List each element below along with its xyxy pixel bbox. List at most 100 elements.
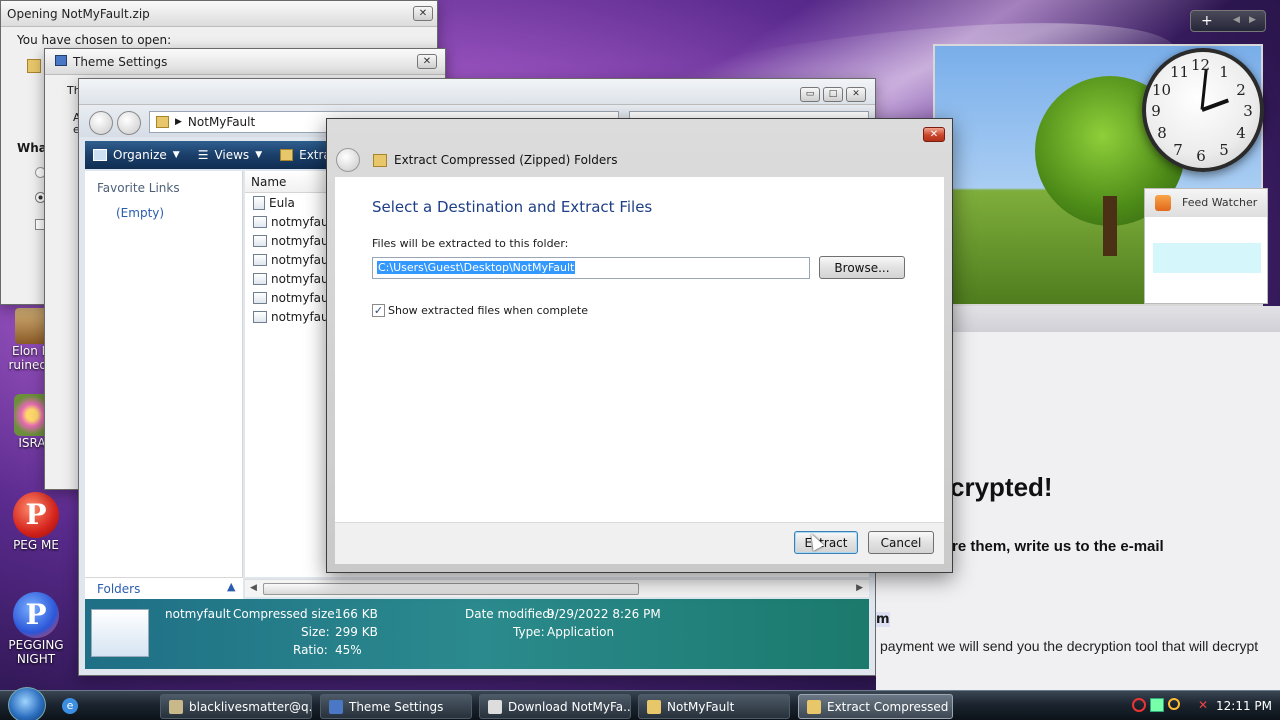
volume-muted-icon[interactable]: ✕	[1198, 698, 1208, 712]
extract-button[interactable]: Extract	[794, 531, 858, 554]
views-button[interactable]: ☰ Views ▼	[198, 148, 262, 162]
taskbar-item[interactable]: Download NotMyFa...	[479, 694, 631, 719]
gadget-toolbar: + ◀ ▶	[1190, 10, 1266, 32]
destination-path-input[interactable]: C:\Users\Guest\Desktop\NotMyFault	[372, 257, 810, 279]
feed-watcher-gadget[interactable]: Feed Watcher	[1144, 188, 1268, 304]
organize-icon	[93, 149, 107, 161]
desktop-icon-peg-me[interactable]: P PEG ME	[4, 492, 68, 552]
ransom-line-1: re them, write us to the e-mail	[952, 538, 1164, 555]
app-icon	[253, 234, 267, 247]
app-icon	[253, 291, 267, 304]
organize-label: Organize	[113, 148, 167, 162]
clock-numeral: 2	[1236, 81, 1246, 99]
taskbar: e blacklivesmatter@q... Theme Settings D…	[0, 687, 1280, 720]
horizontal-scrollbar[interactable]: ◀ ▶	[245, 579, 869, 597]
ransom-headline: crypted!	[950, 472, 1053, 502]
app-icon	[253, 310, 267, 323]
app-icon	[253, 215, 267, 228]
close-icon[interactable]: ✕	[846, 87, 866, 102]
taskbar-item[interactable]: Extract Compressed ...	[798, 694, 953, 719]
ratio-label: Ratio:	[293, 643, 328, 657]
type-value: Application	[547, 625, 615, 639]
monitor-icon	[329, 699, 343, 714]
show-files-checkbox[interactable]: ✓	[372, 304, 385, 317]
clock-numeral: 10	[1152, 81, 1172, 99]
extract-dialog-body: Select a Destination and Extract Files F…	[335, 177, 944, 522]
network-icon[interactable]	[1150, 698, 1164, 712]
date-modified-label: Date modified:	[465, 607, 555, 621]
compressed-size-value: 166 KB	[335, 607, 378, 621]
extract-dialog-title: Extract Compressed (Zipped) Folders	[394, 153, 618, 167]
compressed-size-label: Compressed size:	[233, 607, 339, 621]
ratio-value: 45%	[335, 643, 362, 657]
browse-button[interactable]: Browse...	[819, 256, 905, 279]
back-icon[interactable]	[89, 111, 113, 135]
clock-minute-hand	[1200, 69, 1208, 110]
file-thumbnail-icon	[91, 609, 149, 657]
add-gadget-icon[interactable]: +	[1201, 13, 1213, 29]
scroll-left-icon[interactable]: ◀	[250, 583, 257, 593]
clock-gadget[interactable]: 12 1 2 3 4 5 6 7 8 9 10 11	[1142, 48, 1264, 172]
feed-watcher-title: Feed Watcher	[1182, 196, 1258, 209]
security-alert-icon[interactable]	[1132, 698, 1146, 712]
ransom-line-2: m	[876, 612, 890, 627]
forward-icon[interactable]	[117, 111, 141, 135]
file-name: Eula	[269, 195, 295, 210]
taskbar-item[interactable]: blacklivesmatter@q...	[160, 694, 312, 719]
chevron-right-icon: ▶	[175, 117, 182, 127]
desktop-icon-pegging-night[interactable]: P PEGGING NIGHT	[2, 592, 70, 666]
rss-icon	[1155, 195, 1171, 211]
taskbar-item[interactable]: Theme Settings	[320, 694, 472, 719]
organize-button[interactable]: Organize ▼	[93, 148, 180, 162]
clock-time[interactable]: 12:11 PM	[1216, 699, 1272, 713]
clock-numeral: 3	[1243, 102, 1253, 120]
back-icon[interactable]	[336, 148, 360, 172]
close-icon[interactable]: ✕	[923, 127, 945, 142]
feed-highlight	[1153, 243, 1261, 273]
destination-label: Files will be extracted to this folder:	[372, 237, 569, 250]
start-button[interactable]	[8, 687, 46, 720]
scroll-right-icon[interactable]: ▶	[856, 583, 863, 593]
search-icon[interactable]	[1168, 698, 1180, 710]
cancel-button[interactable]: Cancel	[868, 531, 934, 554]
extract-heading: Select a Destination and Extract Files	[372, 198, 653, 216]
favorite-links-heading: Favorite Links	[97, 181, 180, 195]
system-tray: ✕ 12:11 PM	[1126, 691, 1280, 720]
chevron-down-icon: ▼	[255, 150, 263, 160]
column-header-label: Name	[251, 174, 287, 189]
clock-numeral: 6	[1196, 147, 1206, 165]
clock-numeral: 7	[1173, 141, 1183, 159]
details-pane: notmyfault Compressed size: 166 KB Size:…	[85, 599, 869, 669]
ransom-line-3: payment we will send you the decryption …	[880, 638, 1259, 654]
desktop-icon-label: PEG ME	[13, 538, 59, 552]
close-icon[interactable]: ✕	[413, 6, 433, 21]
tree-trunk	[1103, 196, 1117, 256]
desktop-icon-label: PEGGING NIGHT	[8, 638, 64, 666]
size-value: 299 KB	[335, 625, 378, 639]
next-icon[interactable]: ▶	[1249, 15, 1256, 25]
show-files-label: Show extracted files when complete	[388, 304, 589, 317]
clock-numeral: 4	[1236, 124, 1246, 142]
clock-hour-hand	[1201, 98, 1229, 112]
taskbar-item-label: Theme Settings	[349, 699, 444, 714]
monitor-icon	[55, 55, 67, 66]
detail-file-name: notmyfault	[165, 607, 231, 621]
folders-label: Folders	[97, 582, 141, 596]
empty-label: (Empty)	[116, 206, 165, 220]
taskbar-item[interactable]: NotMyFault	[638, 694, 790, 719]
close-icon[interactable]: ✕	[417, 54, 437, 69]
folders-toggle[interactable]: Folders ▲	[85, 577, 243, 599]
zip-folder-icon	[807, 699, 821, 714]
maximize-icon[interactable]: □	[823, 87, 843, 102]
folder-icon	[156, 116, 169, 128]
views-icon: ☰	[197, 148, 209, 162]
ie-quicklaunch-icon[interactable]: e	[62, 698, 78, 714]
scrollbar-thumb[interactable]	[263, 583, 639, 595]
minimize-icon[interactable]: ▭	[800, 87, 820, 102]
chevron-down-icon: ▼	[172, 150, 180, 160]
views-label: Views	[214, 148, 250, 162]
taskbar-item-label: blacklivesmatter@q...	[189, 699, 312, 714]
chevron-up-icon: ▲	[227, 580, 236, 593]
mail-icon	[169, 699, 183, 714]
prev-icon[interactable]: ◀	[1233, 15, 1240, 25]
